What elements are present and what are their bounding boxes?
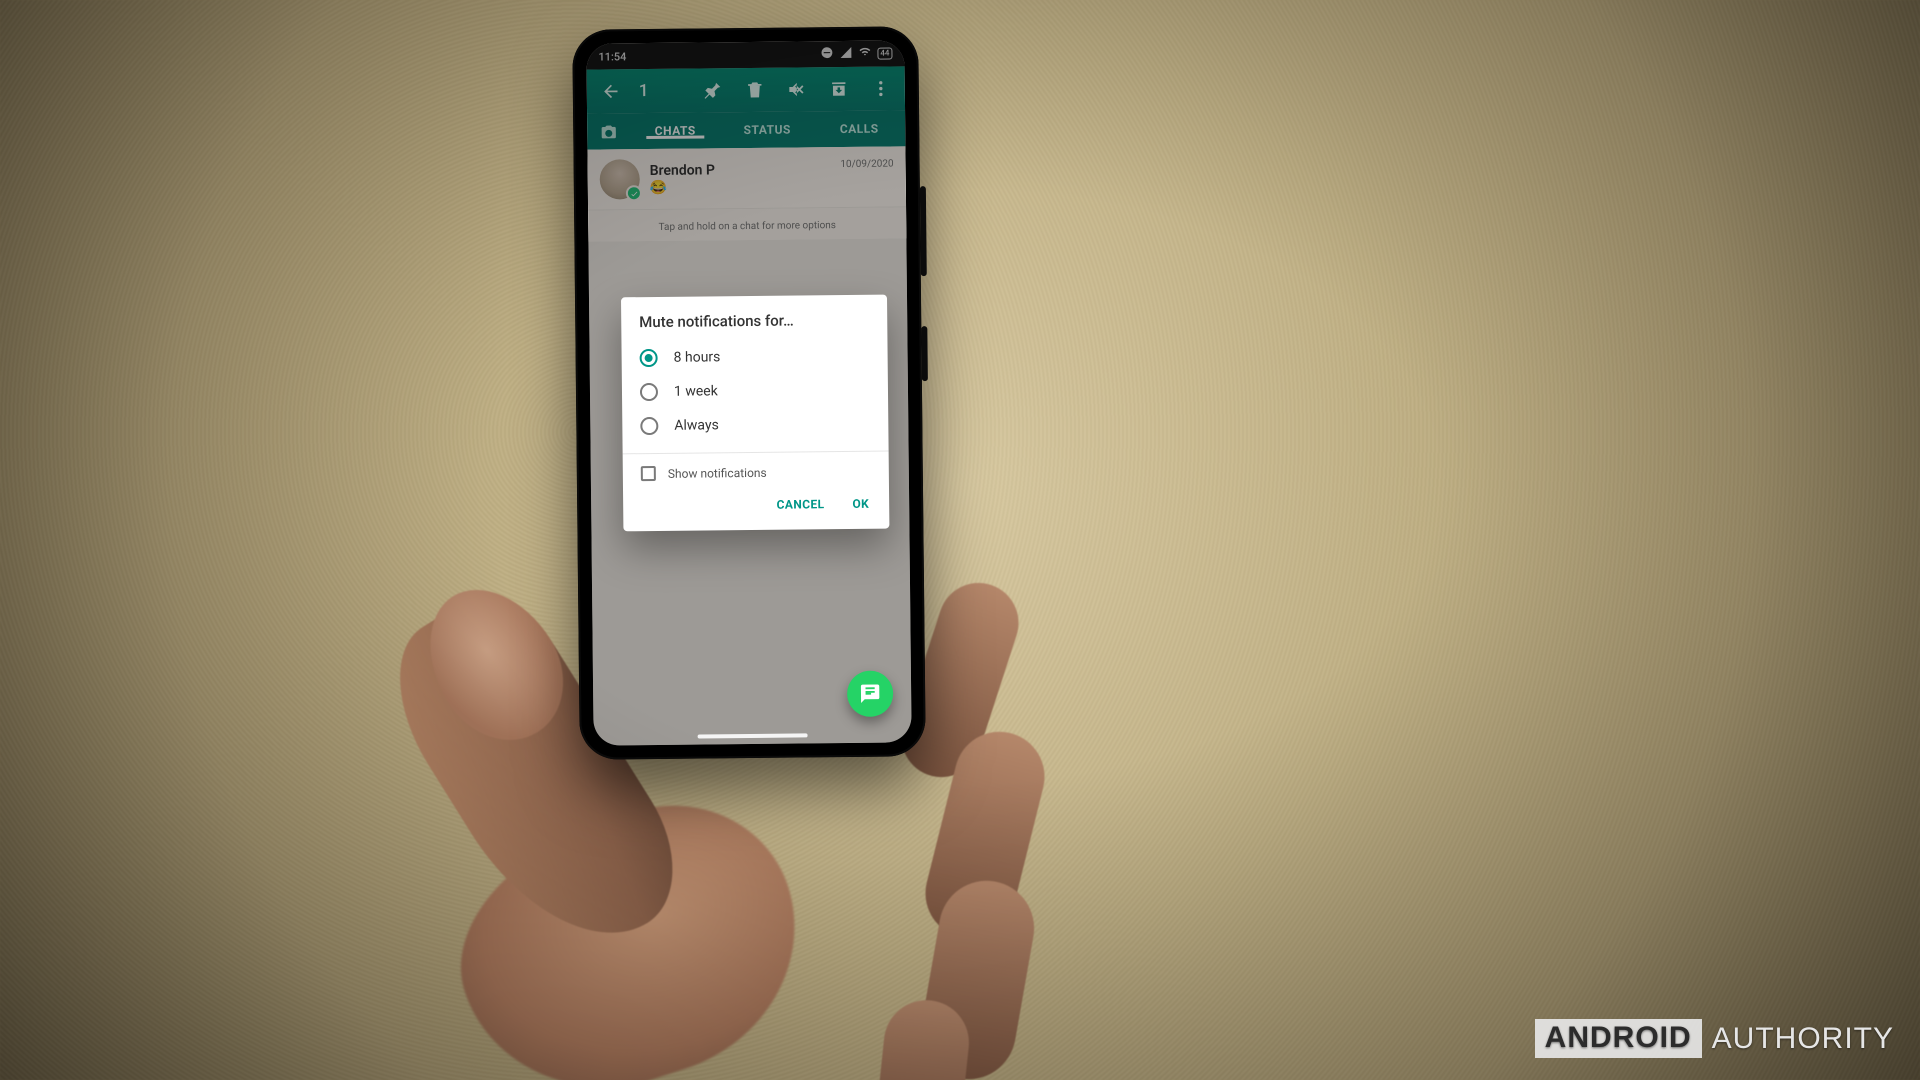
option-always[interactable]: Always (622, 407, 888, 444)
radio-icon (640, 417, 658, 435)
dialog-options: 8 hours 1 week Always (621, 335, 888, 450)
option-label: 8 hours (674, 349, 721, 365)
watermark-plain: AUTHORITY (1712, 1022, 1894, 1056)
cancel-button[interactable]: CANCEL (772, 491, 828, 518)
new-chat-fab[interactable] (847, 671, 893, 717)
dialog-title: Mute notifications for… (621, 295, 887, 338)
checkbox-icon (641, 466, 656, 481)
ok-button[interactable]: OK (848, 491, 873, 517)
dialog-actions: CANCEL OK (623, 483, 889, 532)
option-label: 1 week (674, 383, 718, 399)
radio-icon (640, 349, 658, 367)
chat-icon (859, 683, 881, 705)
option-8-hours[interactable]: 8 hours (621, 339, 887, 376)
watermark-boxed: ANDROID (1535, 1019, 1702, 1058)
option-1-week[interactable]: 1 week (622, 373, 888, 410)
radio-icon (640, 383, 658, 401)
show-notifications-row[interactable]: Show notifications (623, 452, 889, 486)
watermark: ANDROID AUTHORITY (1535, 1019, 1894, 1058)
option-label: Always (674, 417, 719, 433)
photo-background (0, 0, 1920, 1080)
phone-frame: 11:54 44 1 (572, 26, 926, 760)
checkbox-label: Show notifications (668, 465, 767, 480)
phone-screen: 11:54 44 1 (586, 40, 911, 745)
mute-dialog: Mute notifications for… 8 hours 1 week A… (621, 295, 889, 532)
